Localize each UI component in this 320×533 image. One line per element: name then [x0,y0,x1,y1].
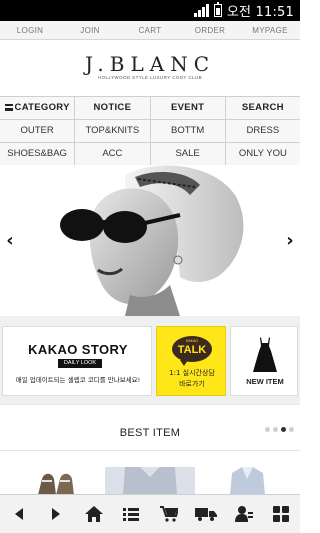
event-button[interactable]: EVENT [151,97,226,119]
model-photo [30,165,270,316]
kakao-talk-big: TALK [177,344,207,356]
kakao-story-title: KAKAO STORY [28,342,128,357]
site-logo[interactable]: J.BLANC [0,52,300,76]
account-icon [234,506,253,522]
new-item-label: NEW ITEM [246,377,284,386]
nav-delivery-button[interactable] [188,495,226,533]
delivery-truck-icon [195,508,218,521]
cart-link[interactable]: CART [120,21,180,39]
chevron-right-icon: › [286,230,294,251]
nav-back-button[interactable] [0,495,38,533]
join-link[interactable]: JOIN [60,21,120,39]
category-shoes-bag[interactable]: SHOES&BAG [0,143,76,165]
product-thumbnail[interactable] [220,467,275,495]
kakao-talk-icon: KAKAO TALK [172,336,212,366]
kakao-story-subtitle: DAILY LOOK [58,359,102,368]
category-button[interactable]: CATEGORY [0,97,76,119]
category-header-row: CATEGORY NOTICE EVENT SEARCH [0,97,300,120]
divider [0,450,300,451]
list-icon [123,508,140,521]
home-icon [84,506,103,522]
nav-forward-button[interactable] [38,495,76,533]
dress-icon [253,337,277,372]
banner-next-button[interactable]: › [282,231,298,251]
kakao-talk-line2: 바로가기 [179,380,205,388]
kakao-story-banner[interactable]: KAKAO STORY DAILY LOOK 매일 업데이트되는 셀렙코 코디를… [2,326,152,396]
back-icon [14,508,23,520]
nav-cart-button[interactable] [150,495,188,533]
forward-icon [52,508,61,520]
cart-icon [159,506,178,522]
promo-row: KAKAO STORY DAILY LOOK 매일 업데이트되는 셀렙코 코디를… [0,316,300,404]
status-time: 오전 11:51 [226,5,294,20]
pager-dot[interactable] [265,427,270,432]
signal-icon [193,4,209,17]
nav-home-button[interactable] [75,495,113,533]
category-acc[interactable]: ACC [75,143,151,165]
logo-tagline: HOLLYWOOD STYLE LUXURY CODY CLUB [98,75,202,80]
login-link[interactable]: LOGIN [0,21,60,39]
notice-button[interactable]: NOTICE [75,97,151,119]
banner-prev-button[interactable]: ‹ [2,231,18,251]
category-row: SHOES&BAG ACC SALE ONLY YOU [0,143,300,166]
kakao-story-desc: 매일 업데이트되는 셀렙코 코디를 만나보세요! [15,376,141,384]
category-bottom[interactable]: BOTTM [151,120,226,142]
category-dress[interactable]: DRESS [226,120,300,142]
search-button[interactable]: SEARCH [226,97,300,119]
kakao-talk-small: KAKAO [185,339,199,343]
battery-icon [213,2,222,17]
status-bar: 오전 11:51 [0,0,300,21]
bottom-nav [0,494,300,533]
top-menu: LOGIN JOIN CART ORDER MYPAGE [0,21,300,40]
category-top-knits[interactable]: TOP&KNITS [75,120,151,142]
category-menu: CATEGORY NOTICE EVENT SEARCH OUTER TOP&K… [0,96,300,166]
main-banner[interactable]: ‹ › [0,165,300,316]
pager-dot[interactable] [289,427,294,432]
category-row: OUTER TOP&KNITS BOTTM DRESS [0,120,300,143]
category-outer[interactable]: OUTER [0,120,76,142]
nav-list-button[interactable] [113,495,151,533]
product-thumbnail[interactable] [30,467,80,495]
order-link[interactable]: ORDER [180,21,240,39]
best-item-section: BEST ITEM [0,404,300,495]
mypage-link[interactable]: MYPAGE [240,21,300,39]
kakao-talk-line1: 1:1 실시간상담 [169,369,215,377]
nav-grid-button[interactable] [263,495,301,533]
grid-icon [273,506,290,522]
product-thumbnail[interactable] [105,467,195,495]
category-label: CATEGORY [14,102,70,113]
status-indicators: 오전 11:51 [193,2,294,20]
logo-area[interactable]: J.BLANC HOLLYWOOD STYLE LUXURY CODY CLUB [0,40,300,96]
nav-account-button[interactable] [225,495,263,533]
pager-dot[interactable] [273,427,278,432]
category-only-you[interactable]: ONLY YOU [226,143,300,165]
best-item-title: BEST ITEM [119,427,181,439]
chevron-left-icon: ‹ [6,230,14,251]
best-item-pager[interactable] [265,427,294,432]
hamburger-icon [4,104,13,111]
category-sale[interactable]: SALE [151,143,226,165]
new-item-banner[interactable]: NEW ITEM [230,326,298,396]
kakao-talk-banner[interactable]: KAKAO TALK 1:1 실시간상담 바로가기 [156,326,226,396]
pager-dot-active[interactable] [281,427,286,432]
